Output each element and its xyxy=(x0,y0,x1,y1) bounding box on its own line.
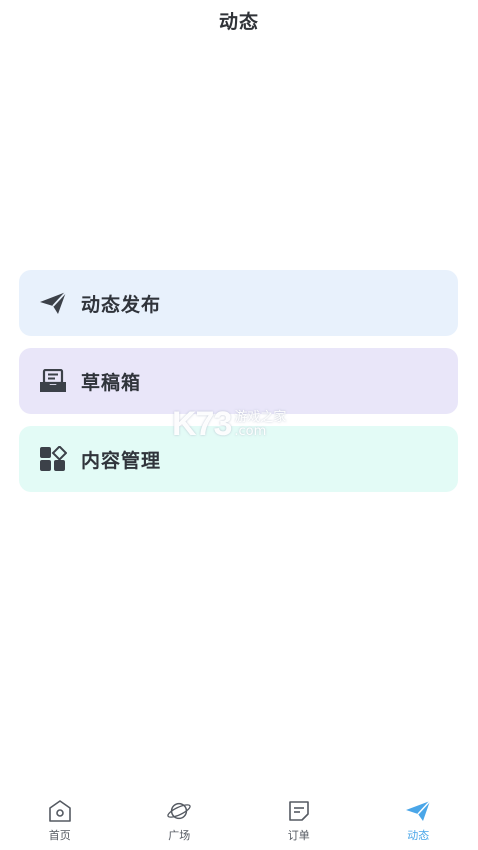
order-icon xyxy=(286,798,312,824)
page-title: 动态 xyxy=(218,10,259,33)
tab-label: 订单 xyxy=(287,829,310,842)
menu-item-publish[interactable]: 动态发布 xyxy=(19,270,458,336)
planet-icon xyxy=(166,798,192,824)
tab-square[interactable]: 广场 xyxy=(120,792,240,850)
menu-item-drafts[interactable]: 草稿箱 xyxy=(19,348,458,414)
tab-label: 动态 xyxy=(407,829,430,842)
menu-item-label: 草稿箱 xyxy=(81,371,142,394)
menu-item-label: 动态发布 xyxy=(81,293,162,316)
home-icon xyxy=(47,798,73,824)
paper-plane-icon xyxy=(39,289,67,317)
tab-label: 首页 xyxy=(48,829,71,842)
menu-item-content-manage[interactable]: 内容管理 xyxy=(19,426,458,492)
tab-home[interactable]: 首页 xyxy=(0,792,120,850)
tab-label: 广场 xyxy=(168,829,191,842)
action-menu: 动态发布 草稿箱 内容管理 xyxy=(19,270,458,504)
paper-plane-icon xyxy=(405,798,431,824)
tab-dynamic[interactable]: 动态 xyxy=(359,792,478,850)
inbox-tray-icon xyxy=(39,367,67,395)
bottom-tab-bar: 首页 广场 订单 动态 xyxy=(0,792,478,850)
grid-apps-icon xyxy=(39,445,67,473)
tab-orders[interactable]: 订单 xyxy=(239,792,359,850)
app-screen: 动态 动态发布 草稿箱 内容管理 K73 游戏之家 .com 首页 广场 订单 … xyxy=(0,0,478,850)
header: 动态 xyxy=(0,0,478,40)
menu-item-label: 内容管理 xyxy=(81,449,162,472)
